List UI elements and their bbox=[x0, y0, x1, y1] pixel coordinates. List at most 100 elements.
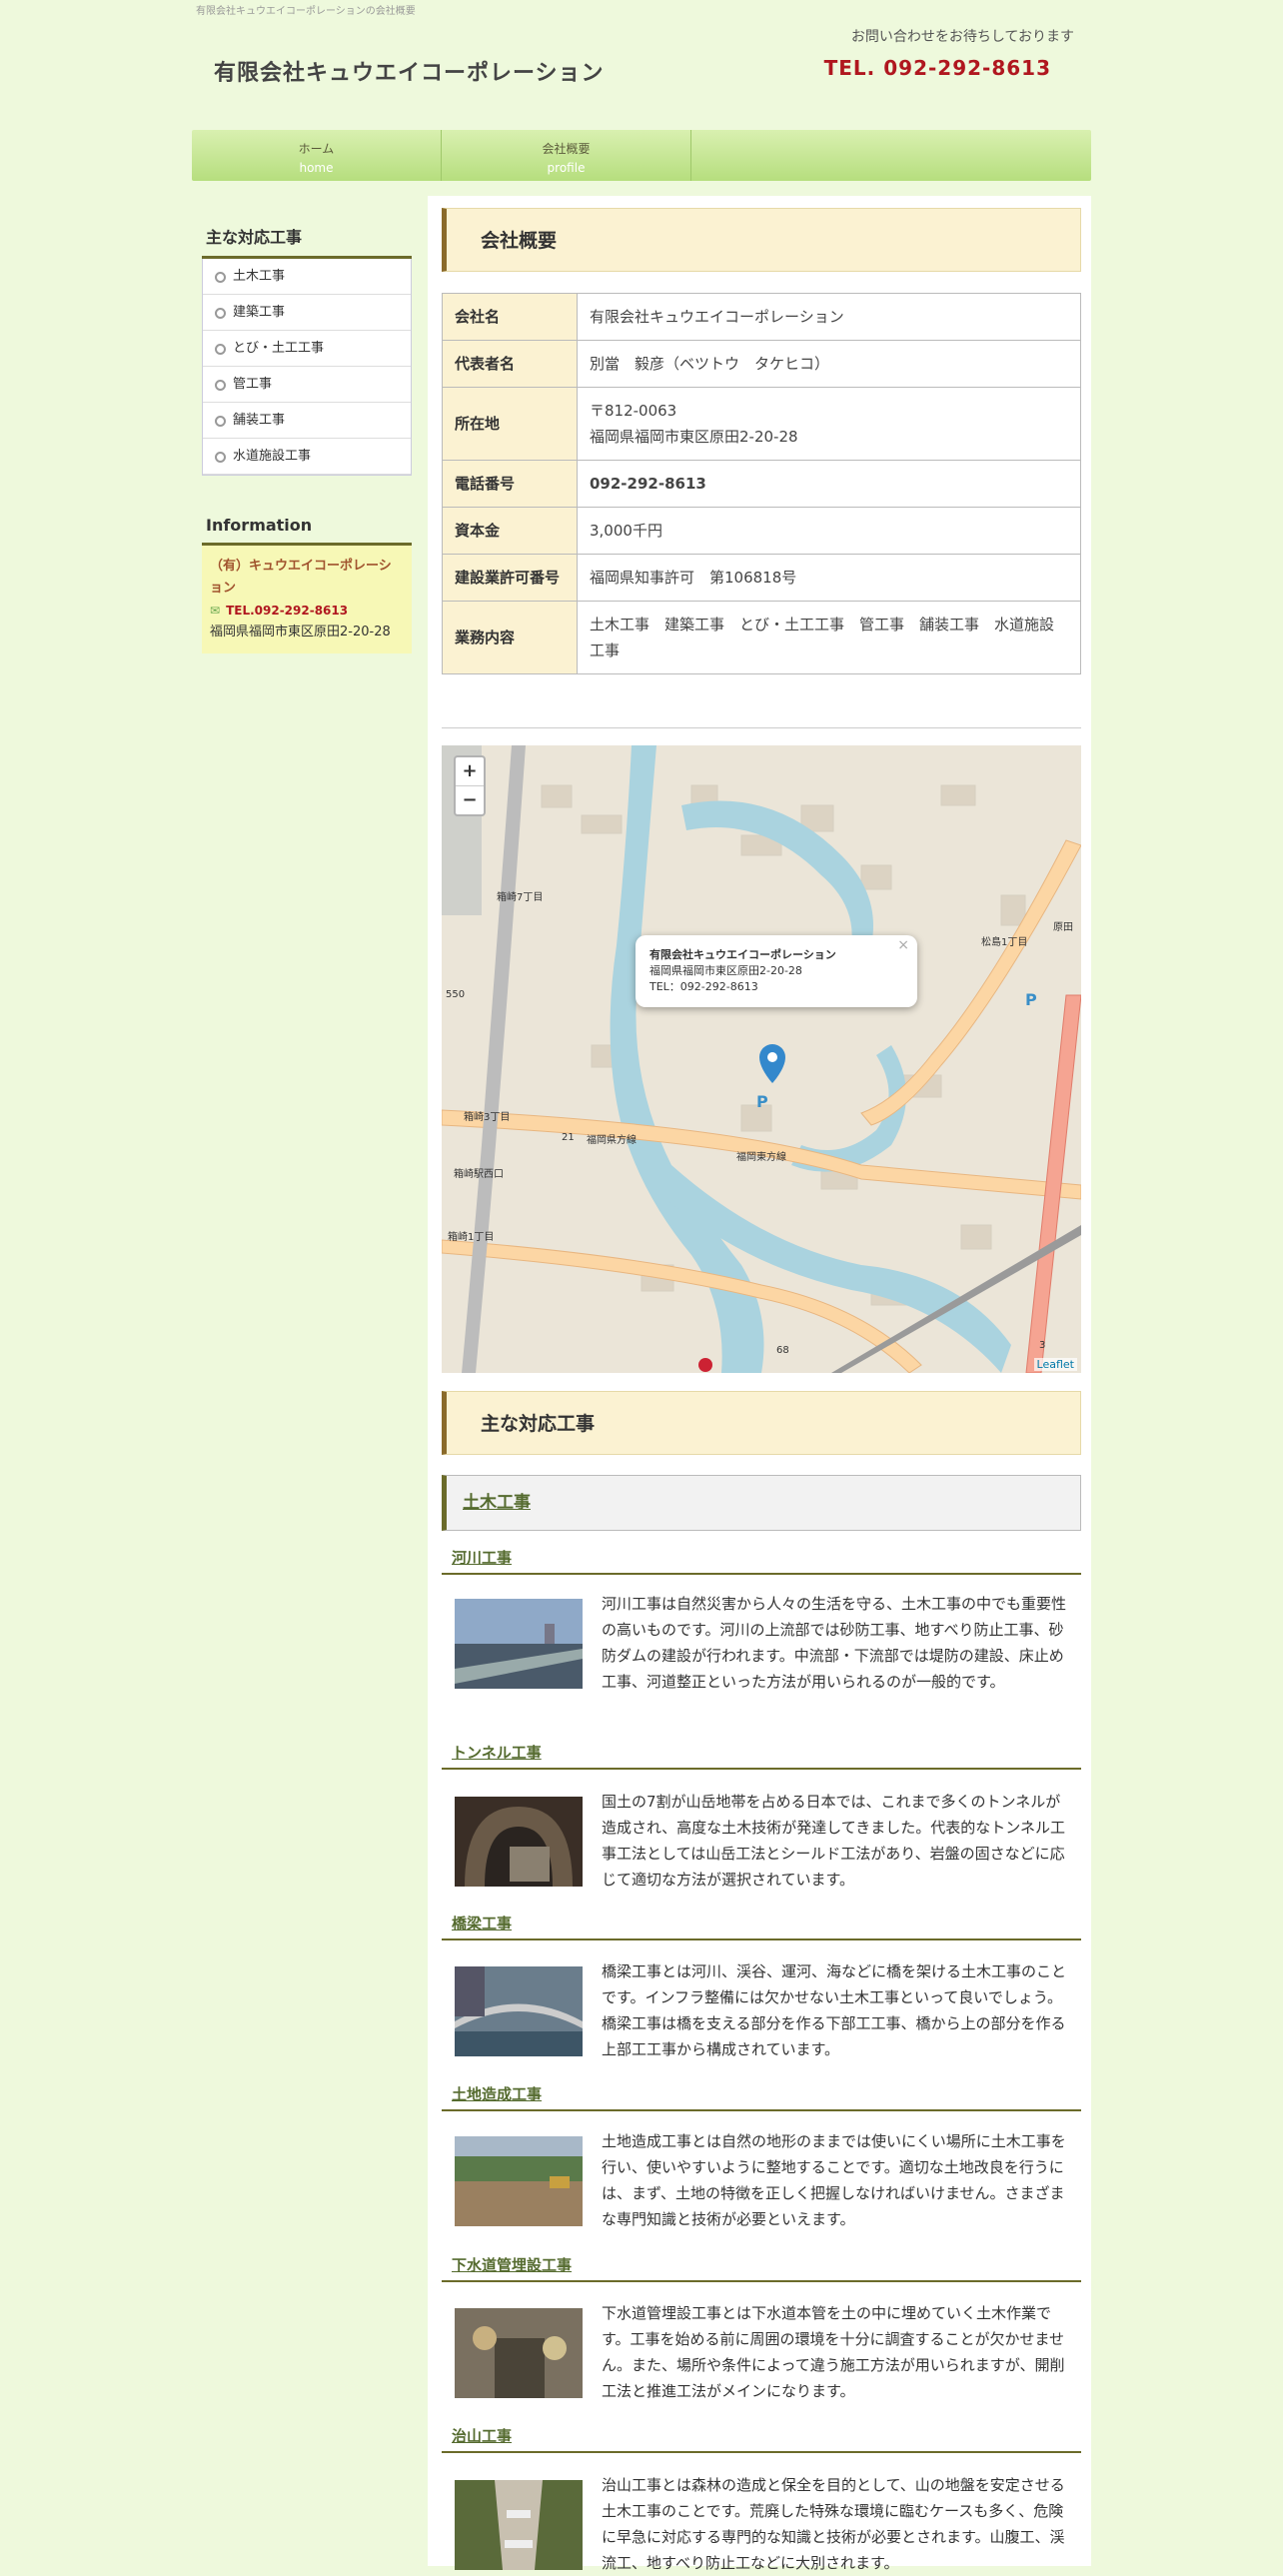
global-nav: ホーム home 会社概要 profile bbox=[192, 130, 1091, 181]
row-label: 会社名 bbox=[442, 293, 578, 341]
row-value: 土木工事 建築工事 とび・土工工事 管工事 舗装工事 水道施設工事 bbox=[577, 601, 1081, 674]
row-value: 〒812-0063 福岡県福岡市東区原田2-20-28 bbox=[577, 387, 1081, 461]
svg-text:P: P bbox=[1025, 990, 1037, 1009]
map[interactable]: P P 箱崎7丁目 箱崎3丁目 箱崎駅西口 箱崎1丁目 松島1丁目 原田 福岡県… bbox=[442, 745, 1081, 1373]
map-label: 箱崎駅西口 bbox=[454, 1167, 504, 1180]
map-label: 68 bbox=[776, 1345, 789, 1356]
site-title[interactable]: 有限会社キュウエイコーポレーション bbox=[214, 55, 605, 87]
profile-heading: 会社概要 bbox=[442, 208, 1081, 272]
info-heading: Information bbox=[202, 512, 412, 546]
work-title-link[interactable]: 下水道管埋設工事 bbox=[452, 2256, 572, 2274]
table-row: 資本金 3,000千円 bbox=[442, 507, 1081, 555]
info-company-name: （有）キュウエイコーポレーション bbox=[210, 559, 392, 596]
row-value: 別當 毅彦（ベツトウ タケヒコ） bbox=[577, 340, 1081, 388]
map-label: 箱崎3丁目 bbox=[464, 1110, 510, 1123]
work-photo-sewer bbox=[455, 2308, 583, 2398]
map-label: 松島1丁目 bbox=[981, 935, 1027, 948]
sidebar-item-waterworks[interactable]: 水道施設工事 bbox=[203, 439, 411, 475]
popup-close-icon[interactable]: × bbox=[897, 937, 909, 953]
sidebar-heading: 主な対応工事 bbox=[202, 220, 412, 259]
work-description: 土地造成工事とは自然の地形のままでは使いにくい場所に土木工事を行い、使いやすいよ… bbox=[602, 2132, 1066, 2228]
table-row: 業務内容 土木工事 建築工事 とび・土工工事 管工事 舗装工事 水道施設工事 bbox=[442, 601, 1081, 674]
work-title-link[interactable]: 橋梁工事 bbox=[452, 1915, 512, 1932]
zoom-control: + − bbox=[454, 755, 486, 816]
table-row: 建設業許可番号 福岡県知事許可 第106818号 bbox=[442, 554, 1081, 602]
info-box: （有）キュウエイコーポレーション TEL.092-292-8613 福岡県福岡市… bbox=[202, 546, 412, 653]
sidebar-item-paving[interactable]: 舗装工事 bbox=[203, 403, 411, 439]
contact-note: お問い合わせをお待ちしております bbox=[850, 29, 1074, 45]
row-label: 代表者名 bbox=[442, 340, 578, 388]
map-label: 福岡県方線 bbox=[587, 1133, 637, 1146]
row-label: 資本金 bbox=[442, 507, 578, 555]
work-photo-river bbox=[455, 1599, 583, 1689]
sidebar: 主な対応工事 土木工事 建築工事 とび・土工工事 管工事 舗装工事 水道施設工事… bbox=[202, 220, 412, 653]
work-photo-tunnel bbox=[455, 1797, 583, 1887]
popup-address: 福岡県福岡市東区原田2-20-28 bbox=[649, 964, 802, 977]
zoom-out-button[interactable]: − bbox=[456, 785, 484, 814]
row-label: 建設業許可番号 bbox=[442, 554, 578, 602]
sidebar-item-building[interactable]: 建築工事 bbox=[203, 295, 411, 331]
work-photo-bridge bbox=[455, 1966, 583, 2056]
phone-value[interactable]: 092-292-8613 bbox=[577, 460, 1081, 508]
work-title: 治山工事 bbox=[442, 2425, 1081, 2453]
table-row: 会社名 有限会社キュウエイコーポレーション bbox=[442, 293, 1081, 341]
popup-tel: TEL：092-292-8613 bbox=[649, 980, 758, 993]
table-row: 電話番号 092-292-8613 bbox=[442, 460, 1081, 508]
page-topline: 有限会社キュウエイコーポレーションの会社概要 bbox=[196, 6, 416, 17]
table-row: 代表者名 別當 毅彦（ベツトウ タケヒコ） bbox=[442, 340, 1081, 388]
row-label: 業務内容 bbox=[442, 601, 578, 674]
profile-table: 会社名 有限会社キュウエイコーポレーション 代表者名 別當 毅彦（ベツトウ タケヒコ… bbox=[442, 293, 1081, 674]
nav-home-label: ホーム bbox=[298, 142, 335, 156]
map-label: 箱崎1丁目 bbox=[448, 1230, 494, 1243]
nav-profile-label: 会社概要 bbox=[542, 142, 591, 156]
work-title-link[interactable]: 治山工事 bbox=[452, 2427, 512, 2445]
work-description: 下水道管埋設工事とは下水道本管を土の中に埋めていく土木作業です。工事を始める前に… bbox=[602, 2304, 1065, 2400]
work-description: 治山工事とは森林の造成と保全を目的として、山の地盤を安定させる土木工事のことです… bbox=[602, 2476, 1065, 2572]
leaflet-attribution[interactable]: Leaflet bbox=[1033, 1358, 1077, 1371]
work-title-link[interactable]: トンネル工事 bbox=[452, 1744, 542, 1762]
zoom-in-button[interactable]: + bbox=[456, 757, 484, 785]
main-content: 会社概要 会社名 有限会社キュウエイコーポレーション 代表者名 別當 毅彦（ベツトウ… bbox=[428, 196, 1091, 2572]
work-title: 橋梁工事 bbox=[442, 1913, 1081, 1940]
divider bbox=[442, 727, 1081, 728]
sidebar-item-civil[interactable]: 土木工事 bbox=[203, 259, 411, 295]
work-description: 河川工事は自然災害から人々の生活を守る、土木工事の中でも重要性の高いものです。河… bbox=[602, 1595, 1067, 1691]
work-title: 下水道管埋設工事 bbox=[442, 2254, 1081, 2282]
category-heading: 土木工事 bbox=[442, 1475, 1081, 1531]
sidebar-item-scaffolding[interactable]: とび・土工工事 bbox=[203, 331, 411, 367]
map-label: 21 bbox=[562, 1132, 575, 1143]
row-value: 3,000千円 bbox=[577, 507, 1081, 555]
nav-home-sublabel: home bbox=[299, 161, 334, 175]
work-title-link[interactable]: 土地造成工事 bbox=[452, 2085, 542, 2103]
row-value: 有限会社キュウエイコーポレーション bbox=[577, 293, 1081, 341]
work-description: 国土の7割が山岳地帯を占める日本では、これまで多くのトンネルが造成され、高度な土… bbox=[602, 1793, 1065, 1889]
nav-profile-sublabel: profile bbox=[547, 161, 586, 175]
svg-text:P: P bbox=[756, 1092, 768, 1111]
works-heading: 主な対応工事 bbox=[442, 1391, 1081, 1455]
table-row: 所在地 〒812-0063 福岡県福岡市東区原田2-20-28 bbox=[442, 387, 1081, 461]
work-title: 河川工事 bbox=[442, 1547, 1081, 1575]
sidebar-item-piping[interactable]: 管工事 bbox=[203, 367, 411, 403]
map-label: 原田 bbox=[1053, 921, 1073, 933]
work-photo-land bbox=[455, 2136, 583, 2226]
nav-home[interactable]: ホーム home bbox=[192, 130, 442, 181]
map-canvas[interactable]: P P 箱崎7丁目 箱崎3丁目 箱崎駅西口 箱崎1丁目 松島1丁目 原田 福岡県… bbox=[442, 745, 1081, 1373]
work-description: 橋梁工事とは河川、渓谷、運河、海などに橋を架ける土木工事のことです。インフラ整備… bbox=[602, 1962, 1067, 2058]
map-popup: × 有限会社キュウエイコーポレーション 福岡県福岡市東区原田2-20-28 TE… bbox=[636, 935, 917, 1007]
row-value: 福岡県知事許可 第106818号 bbox=[577, 554, 1081, 602]
info-address: 福岡県福岡市東区原田2-20-28 bbox=[210, 625, 391, 640]
work-title: トンネル工事 bbox=[442, 1742, 1081, 1770]
info-tel[interactable]: TEL.092-292-8613 bbox=[210, 600, 404, 622]
popup-company-name: 有限会社キュウエイコーポレーション bbox=[649, 948, 836, 961]
map-label: 550 bbox=[446, 989, 465, 1000]
map-label: 福岡東方線 bbox=[736, 1150, 786, 1163]
header-tel[interactable]: TEL. 092-292-8613 bbox=[824, 56, 1051, 80]
category-link[interactable]: 土木工事 bbox=[463, 1493, 531, 1513]
work-photo-forest bbox=[455, 2480, 583, 2570]
work-title: 土地造成工事 bbox=[442, 2083, 1081, 2111]
row-label: 所在地 bbox=[442, 387, 578, 461]
map-label: 3 bbox=[1039, 1340, 1045, 1351]
row-label: 電話番号 bbox=[442, 460, 578, 508]
work-title-link[interactable]: 河川工事 bbox=[452, 1549, 512, 1567]
nav-profile[interactable]: 会社概要 profile bbox=[442, 130, 691, 181]
